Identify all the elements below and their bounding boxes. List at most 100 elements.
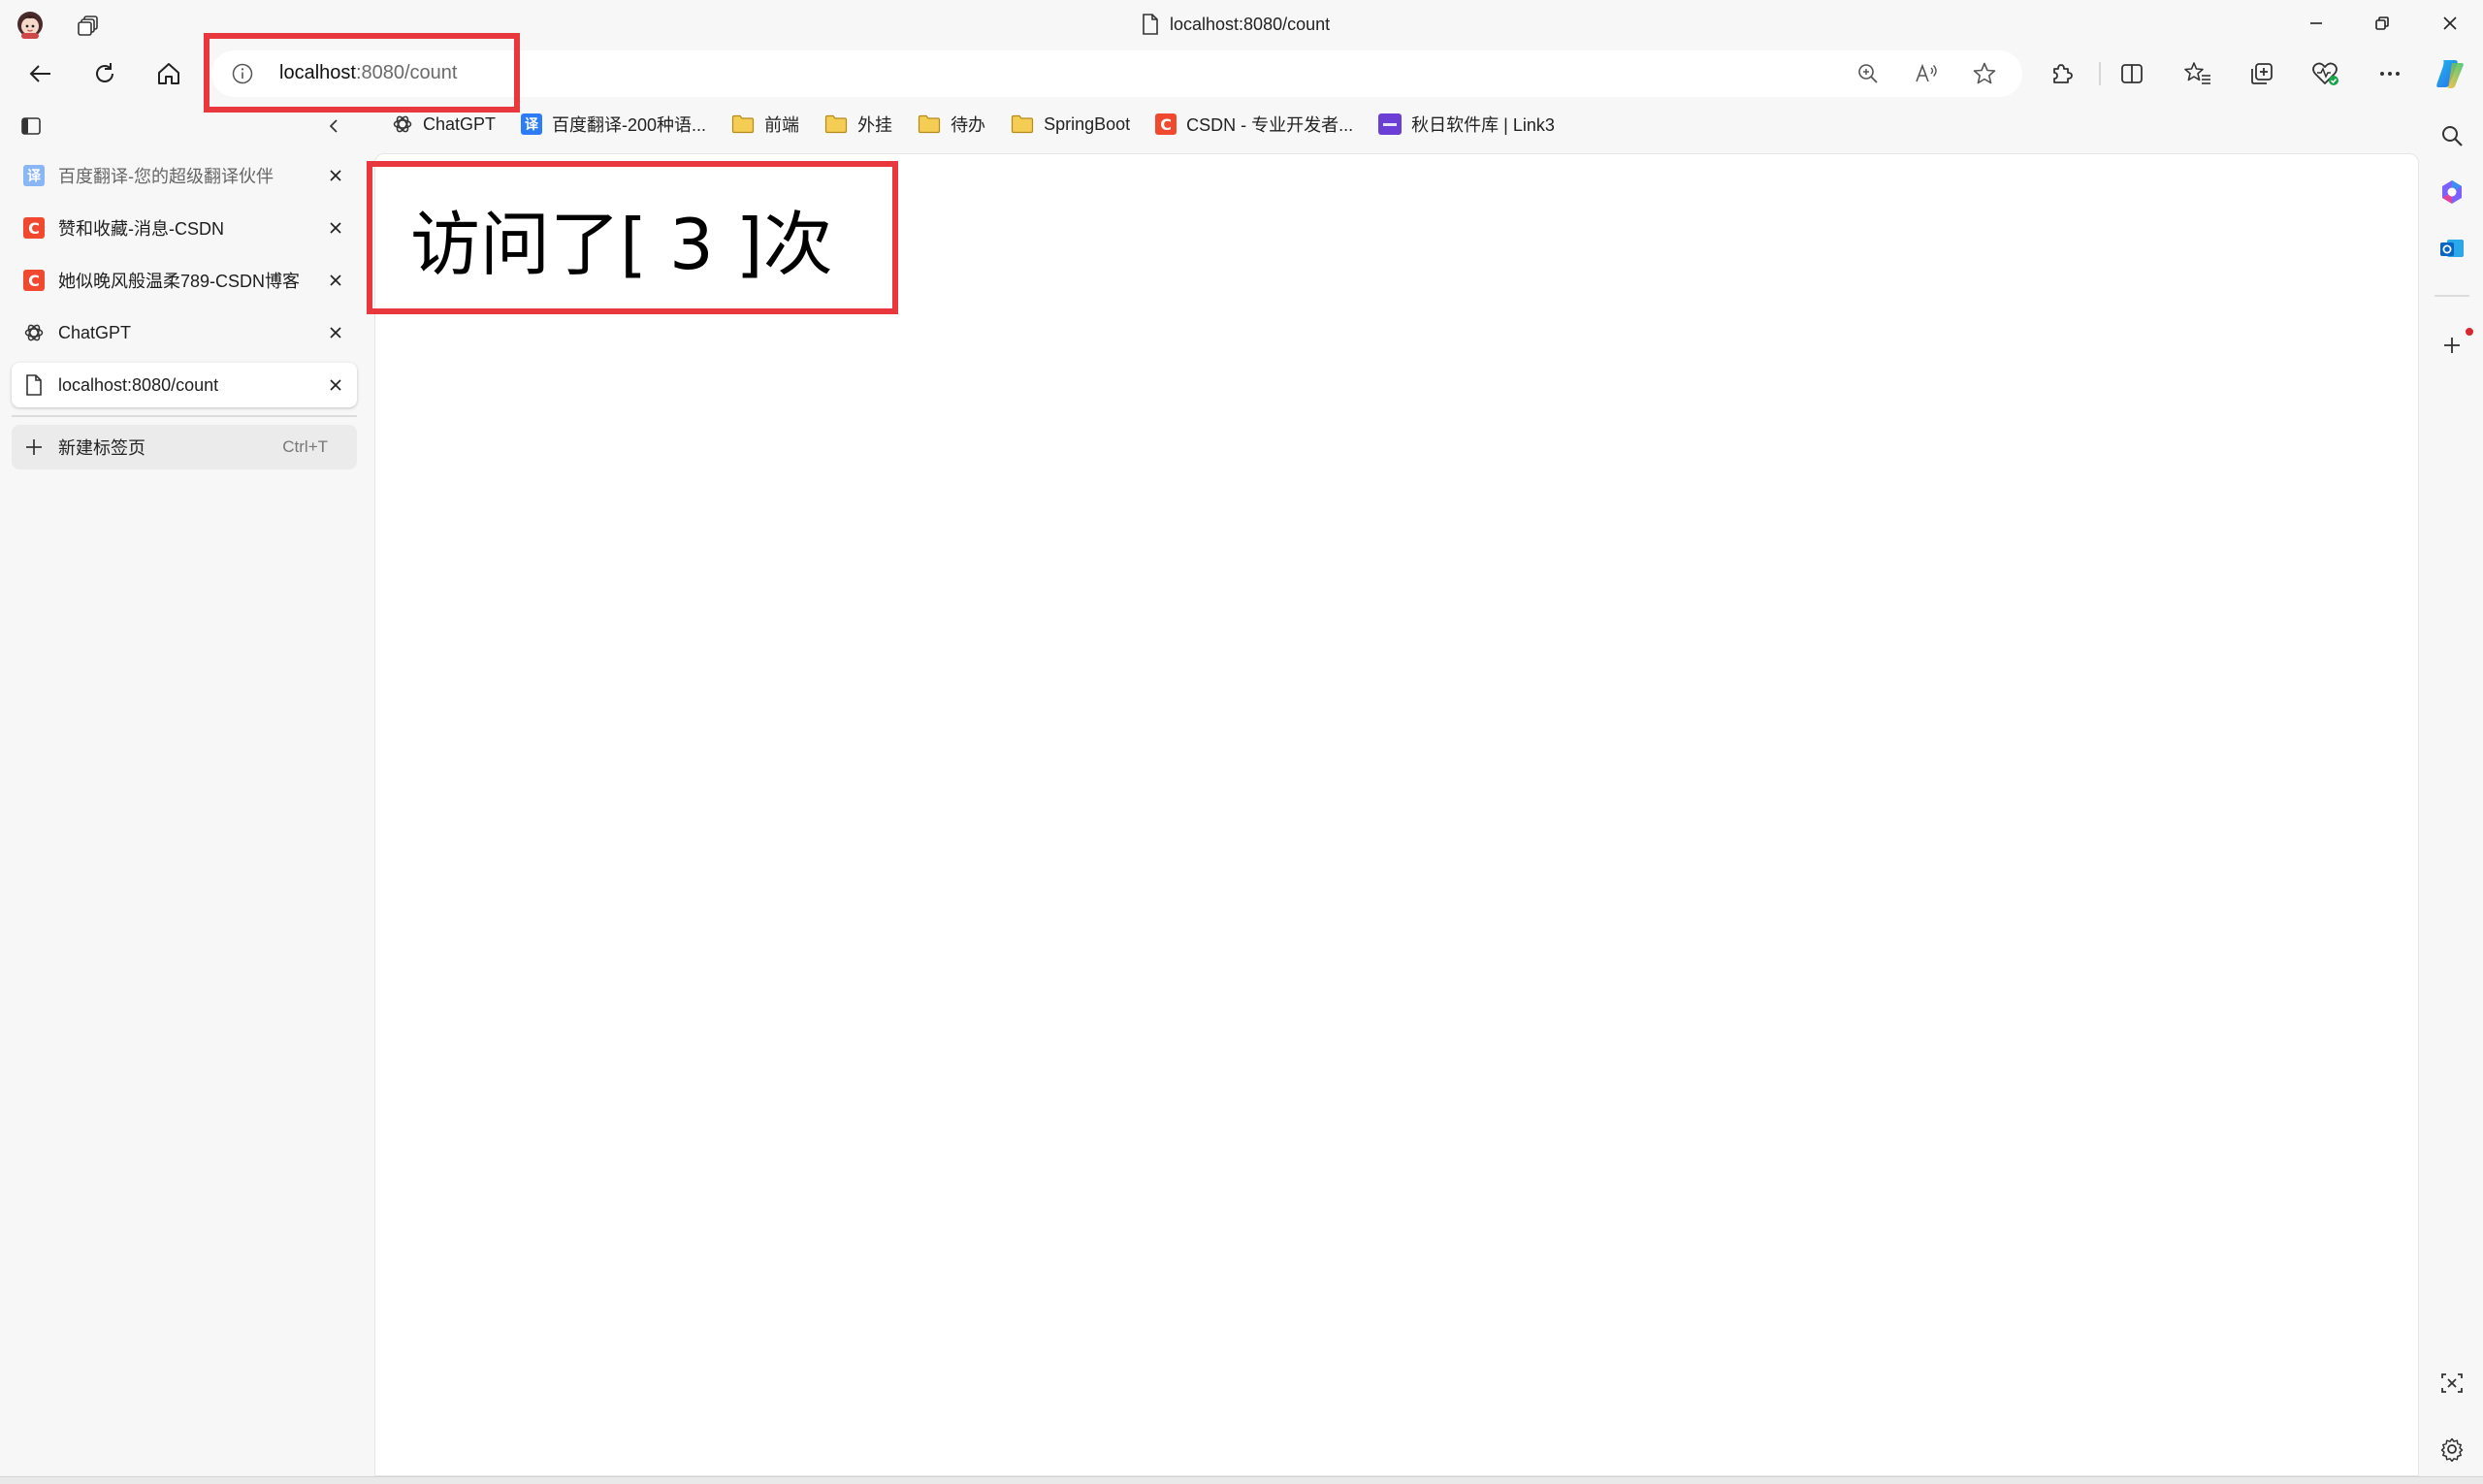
- copilot-sidebar-button[interactable]: [2427, 167, 2477, 217]
- collections-button[interactable]: [2237, 48, 2287, 99]
- minimize-button[interactable]: [2297, 4, 2336, 43]
- outlook-icon: [2440, 240, 2464, 257]
- star-icon: [1973, 62, 1996, 84]
- favorite-label: 外挂: [857, 115, 893, 135]
- read-aloud-button[interactable]: [1905, 52, 1948, 95]
- favorite-baidu-translate[interactable]: 译 百度翻译-200种语...: [521, 107, 706, 142]
- favorite-label: 百度翻译-200种语...: [552, 115, 707, 135]
- page-content: 访问了[ 3 ]次: [374, 153, 2419, 1476]
- tab-close-button[interactable]: [322, 214, 349, 242]
- home-button[interactable]: [144, 48, 194, 99]
- refresh-icon: [96, 63, 113, 82]
- favorites-icon: [2184, 62, 2210, 84]
- add-sidebar-app-button[interactable]: [2427, 320, 2477, 371]
- rail-divider: [2435, 295, 2469, 297]
- avatar-icon: [17, 12, 43, 39]
- tab-close-button[interactable]: [322, 371, 349, 399]
- csdn-icon: C: [23, 270, 45, 291]
- tab-actions-button[interactable]: [19, 114, 43, 138]
- plus-icon: [2444, 338, 2460, 353]
- window-title: localhost:8080/count: [1141, 10, 1330, 39]
- refresh-button[interactable]: [80, 48, 130, 99]
- chevron-left-icon: [329, 119, 338, 133]
- close-window-button[interactable]: [2431, 4, 2469, 43]
- screenshot-icon: [2441, 1373, 2463, 1393]
- sidebar-settings-button[interactable]: [2427, 1424, 2477, 1474]
- favorite-label: SpringBoot: [1044, 113, 1131, 134]
- back-button[interactable]: [16, 48, 66, 99]
- tabs-divider: [12, 415, 357, 417]
- back-arrow-icon: [29, 65, 50, 82]
- favorite-label: 待办: [951, 115, 986, 135]
- new-tab-label: 新建标签页: [58, 438, 145, 458]
- search-sidebar-button[interactable]: [2427, 111, 2477, 161]
- tab-csdn-blog[interactable]: C 她似晚风般温柔789-CSDN博客: [12, 258, 357, 303]
- close-icon: [2443, 16, 2457, 30]
- favorite-label: 秋日软件库 | Link3: [1411, 115, 1555, 135]
- tab-label: ChatGPT: [58, 322, 132, 342]
- window-title-text: localhost:8080/count: [1170, 14, 1331, 34]
- restore-icon: [2375, 16, 2389, 30]
- plus-icon: [26, 439, 42, 455]
- favorite-folder-frontend[interactable]: 前端: [731, 107, 799, 142]
- close-icon: [330, 379, 341, 391]
- tab-panel-icon: [21, 117, 41, 135]
- folder-icon: [824, 114, 848, 134]
- minimize-icon: [2310, 22, 2322, 24]
- favorite-csdn[interactable]: C CSDN - 专业开发者...: [1155, 107, 1353, 142]
- tab-localhost-count[interactable]: localhost:8080/count: [12, 363, 357, 407]
- workspaces-icon: [78, 16, 98, 36]
- favorite-folder-plugins[interactable]: 外挂: [824, 107, 892, 142]
- read-aloud-icon: [1916, 63, 1937, 82]
- puzzle-icon: [2053, 64, 2073, 83]
- chatgpt-icon: [24, 324, 44, 341]
- link3-icon: [1378, 113, 1403, 135]
- split-screen-button[interactable]: [2107, 48, 2157, 99]
- profile-avatar[interactable]: [14, 8, 47, 41]
- tab-label: 百度翻译-您的超级翻译伙伴: [58, 167, 274, 186]
- tab-chatgpt[interactable]: ChatGPT: [12, 310, 357, 355]
- restore-button[interactable]: [2363, 4, 2402, 43]
- collections-icon: [2251, 63, 2273, 84]
- home-icon: [158, 63, 179, 84]
- tab-close-button[interactable]: [322, 162, 349, 189]
- tab-csdn-messages[interactable]: C 赞和收藏-消息-CSDN: [12, 206, 357, 250]
- tab-baidu-translate[interactable]: 译 百度翻译-您的超级翻译伙伴: [12, 153, 357, 198]
- favorite-label: 前端: [764, 115, 800, 135]
- workspaces-button[interactable]: [72, 8, 107, 43]
- vertical-tabs-panel: [0, 101, 369, 1478]
- browser-essentials-button[interactable]: [2301, 48, 2351, 99]
- copilot-button[interactable]: [2425, 48, 2475, 99]
- favorite-folder-todo[interactable]: 待办: [918, 107, 985, 142]
- favorites-button[interactable]: [2173, 48, 2223, 99]
- favorite-link3[interactable]: 秋日软件库 | Link3: [1378, 107, 1555, 142]
- csdn-icon: C: [23, 217, 45, 239]
- heart-pulse-icon: [2312, 62, 2338, 85]
- bottom-edge: [0, 1476, 2483, 1484]
- tab-close-button[interactable]: [322, 267, 349, 294]
- csdn-icon: C: [1155, 113, 1177, 135]
- outlook-sidebar-button[interactable]: [2427, 223, 2477, 274]
- add-favorite-button[interactable]: [1963, 52, 2006, 95]
- close-icon: [330, 222, 341, 234]
- page-icon: [26, 374, 42, 396]
- split-screen-icon: [2121, 64, 2143, 83]
- extensions-button[interactable]: [2037, 48, 2087, 99]
- new-tab-button[interactable]: 新建标签页 Ctrl+T: [12, 425, 357, 469]
- settings-more-button[interactable]: [2365, 48, 2415, 99]
- new-tab-shortcut: Ctrl+T: [282, 437, 328, 456]
- favorite-folder-springboot[interactable]: SpringBoot: [1011, 107, 1130, 142]
- more-dots-icon: [2380, 72, 2400, 76]
- sidebar-rail: [2421, 101, 2483, 1478]
- collapse-pane-button[interactable]: [320, 113, 347, 140]
- zoom-button[interactable]: [1847, 52, 1889, 95]
- favorites-bar: ChatGPT 译 百度翻译-200种语... 前端 外挂 待办 SpringB…: [392, 107, 1555, 142]
- hide-sidebar-button[interactable]: [2427, 1358, 2477, 1408]
- tab-close-button[interactable]: [322, 319, 349, 346]
- favorite-chatgpt[interactable]: ChatGPT: [392, 107, 496, 142]
- page-icon: [1143, 14, 1158, 35]
- favorite-label: CSDN - 专业开发者...: [1186, 115, 1354, 135]
- folder-icon: [731, 114, 755, 134]
- office-icon: [2442, 180, 2462, 204]
- folder-icon: [1011, 114, 1034, 134]
